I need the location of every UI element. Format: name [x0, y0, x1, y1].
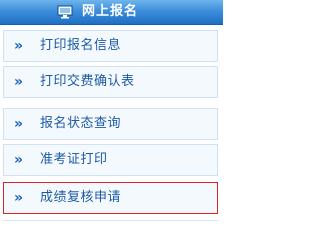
panel-header: 网上报名: [0, 0, 223, 25]
chevron-right-icon: »: [14, 152, 24, 168]
menu-item-admission-ticket-print[interactable]: » 准考证打印: [3, 144, 218, 176]
chevron-right-icon: »: [14, 38, 24, 54]
chevron-right-icon: »: [14, 190, 24, 206]
menu-item-score-review-application[interactable]: » 成绩复核申请: [3, 182, 218, 214]
menu-item-label: 成绩复核申请: [40, 190, 122, 205]
menu-item-label: 打印报名信息: [40, 38, 122, 53]
menu-item-registration-status-query[interactable]: » 报名状态查询: [3, 108, 218, 140]
menu-item-label: 报名状态查询: [40, 116, 122, 131]
divider: [3, 220, 218, 221]
menu-item-print-payment-confirmation[interactable]: » 打印交费确认表: [3, 66, 218, 98]
chevron-right-icon: »: [14, 116, 24, 132]
chevron-right-icon: »: [14, 74, 24, 90]
menu-item-label: 准考证打印: [40, 152, 108, 167]
online-registration-panel: 网上报名 » 打印报名信息 » 打印交费确认表 » 报名状态查询 » 准考证打印…: [0, 0, 223, 227]
monitor-icon: [57, 5, 73, 19]
panel-title: 网上报名: [82, 4, 139, 19]
menu-item-label: 打印交费确认表: [40, 74, 135, 89]
menu-item-print-registration-info[interactable]: » 打印报名信息: [3, 30, 218, 62]
